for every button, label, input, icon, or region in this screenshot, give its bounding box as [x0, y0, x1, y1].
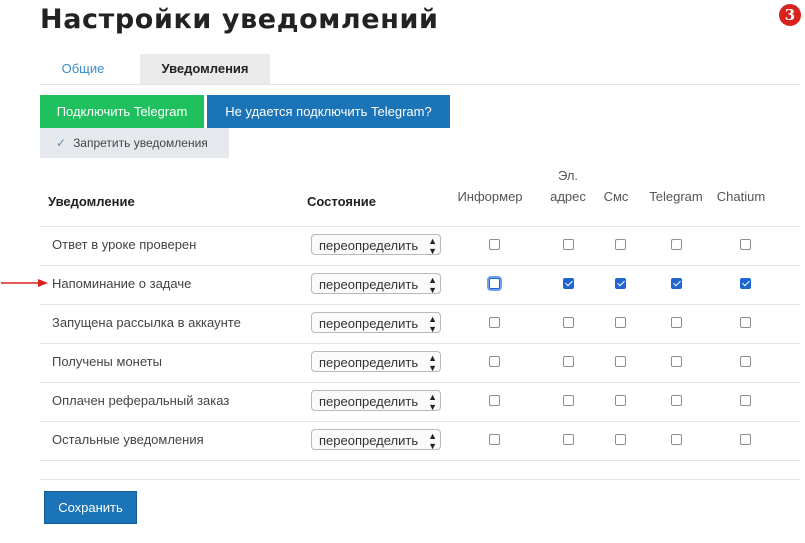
updown-arrows-icon: ▲ ▼	[428, 431, 437, 451]
header-email: Эл. адрес	[538, 165, 598, 207]
sms-checkbox[interactable]	[615, 395, 626, 406]
header-telegram: Telegram	[649, 189, 703, 204]
save-button[interactable]: Сохранить	[44, 491, 137, 524]
telegram-checkbox[interactable]	[671, 239, 682, 250]
header-informer: Информер	[457, 189, 523, 204]
sms-checkbox[interactable]	[615, 278, 626, 289]
chatium-checkbox[interactable]	[740, 278, 751, 289]
email-checkbox[interactable]	[563, 278, 574, 289]
check-icon: ✓	[56, 136, 67, 150]
header-notification: Уведомление	[48, 194, 135, 209]
informer-checkbox[interactable]	[489, 395, 500, 406]
chatium-checkbox[interactable]	[740, 239, 751, 250]
row-label: Напоминание о задаче	[52, 276, 192, 291]
tab-notifications[interactable]: Уведомления	[140, 54, 270, 84]
row-label: Ответ в уроке проверен	[52, 237, 197, 252]
email-checkbox[interactable]	[563, 239, 574, 250]
table-row: Ответ в уроке проверен переопределить ▲ ▼	[40, 226, 800, 264]
chatium-checkbox[interactable]	[740, 434, 751, 445]
informer-checkbox[interactable]	[489, 356, 500, 367]
page-title: Настройки уведомлений	[40, 4, 439, 35]
row-label: Оплачен реферальный заказ	[52, 393, 230, 408]
header-email-line1: Эл.	[557, 168, 579, 183]
state-select-value: переопределить	[319, 316, 419, 331]
table-row: Напоминание о задаче переопределить ▲ ▼	[40, 265, 800, 303]
header-chatium: Chatium	[716, 189, 766, 204]
notification-count-badge: 3	[779, 4, 801, 26]
informer-checkbox[interactable]	[489, 317, 500, 328]
telegram-checkbox[interactable]	[671, 356, 682, 367]
chatium-checkbox[interactable]	[740, 395, 751, 406]
state-select[interactable]: переопределить ▲ ▼	[311, 312, 441, 334]
telegram-help-button[interactable]: Не удается подключить Telegram?	[207, 95, 450, 128]
updown-arrows-icon: ▲ ▼	[428, 236, 437, 256]
informer-checkbox[interactable]	[489, 239, 500, 250]
sms-checkbox[interactable]	[615, 356, 626, 367]
tab-general[interactable]: Общие	[40, 54, 126, 84]
sms-checkbox[interactable]	[615, 317, 626, 328]
state-select-value: переопределить	[319, 238, 419, 253]
arrow-right-icon	[1, 279, 48, 287]
telegram-checkbox[interactable]	[671, 278, 682, 289]
email-checkbox[interactable]	[563, 356, 574, 367]
updown-arrows-icon: ▲ ▼	[428, 314, 437, 334]
state-select[interactable]: переопределить ▲ ▼	[311, 351, 441, 373]
divider	[40, 479, 800, 480]
header-email-line2: адрес	[550, 189, 586, 204]
state-select[interactable]: переопределить ▲ ▼	[311, 429, 441, 451]
row-label: Получены монеты	[52, 354, 162, 369]
email-checkbox[interactable]	[563, 434, 574, 445]
state-select[interactable]: переопределить ▲ ▼	[311, 390, 441, 412]
email-checkbox[interactable]	[563, 317, 574, 328]
state-select-value: переопределить	[319, 277, 419, 292]
updown-arrows-icon: ▲ ▼	[428, 353, 437, 373]
updown-arrows-icon: ▲ ▼	[428, 392, 437, 412]
header-state: Состояние	[307, 194, 377, 209]
row-label: Запущена рассылка в аккаунте	[52, 315, 241, 330]
table-row: Получены монеты переопределить ▲ ▼	[40, 343, 800, 381]
tab-bar: Общие Уведомления	[40, 54, 800, 85]
row-label: Остальные уведомления	[52, 432, 204, 447]
table-row: Оплачен реферальный заказ переопределить ▲…	[40, 382, 800, 420]
chatium-checkbox[interactable]	[740, 356, 751, 367]
sms-checkbox[interactable]	[615, 434, 626, 445]
state-select[interactable]: переопределить ▲ ▼	[311, 273, 441, 295]
state-select-value: переопределить	[319, 355, 419, 370]
disable-notifications-label: Запретить уведомления	[73, 136, 208, 150]
connect-telegram-button[interactable]: Подключить Telegram	[40, 95, 204, 128]
sms-checkbox[interactable]	[615, 239, 626, 250]
telegram-checkbox[interactable]	[671, 395, 682, 406]
informer-checkbox[interactable]	[489, 434, 500, 445]
table-row: Запущена рассылка в аккаунте переопредели…	[40, 304, 800, 342]
telegram-checkbox[interactable]	[671, 434, 682, 445]
chatium-checkbox[interactable]	[740, 317, 751, 328]
state-select-value: переопределить	[319, 394, 419, 409]
telegram-checkbox[interactable]	[671, 317, 682, 328]
state-select[interactable]: переопределить ▲ ▼	[311, 234, 441, 256]
header-sms: Смс	[603, 189, 629, 204]
email-checkbox[interactable]	[563, 395, 574, 406]
table-row: Остальные уведомления переопределить ▲ ▼	[40, 421, 800, 459]
state-select-value: переопределить	[319, 433, 419, 448]
informer-checkbox[interactable]	[489, 278, 500, 289]
divider	[40, 460, 800, 461]
updown-arrows-icon: ▲ ▼	[428, 275, 437, 295]
disable-notifications-button[interactable]: ✓ Запретить уведомления	[40, 128, 229, 158]
